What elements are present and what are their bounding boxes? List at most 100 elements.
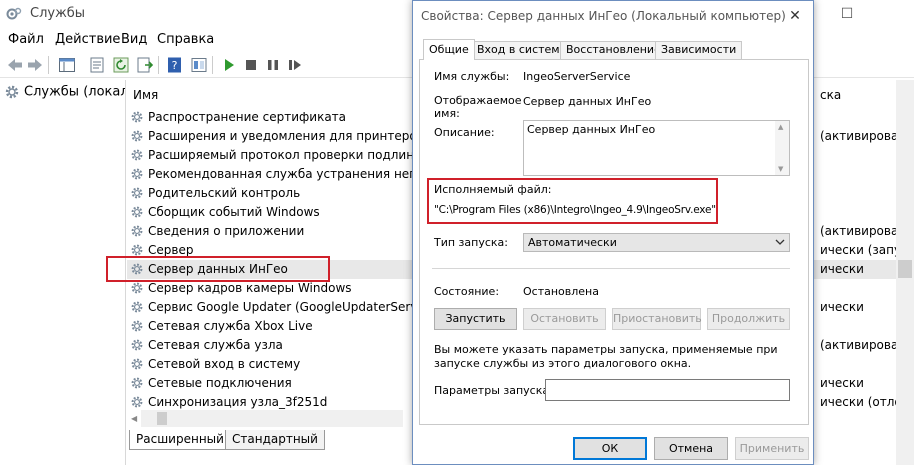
toolbar-separator xyxy=(212,56,213,74)
description-label: Описание: xyxy=(434,126,495,139)
pause-icon[interactable] xyxy=(264,56,282,74)
exe-path-value: "C:\Program Files (x86)\Integro\Ingeo_4.… xyxy=(434,204,716,216)
column-header-startup[interactable]: ска xyxy=(820,88,841,102)
service-name-value: IngeoServerService xyxy=(523,70,631,83)
apply-button[interactable]: Применить xyxy=(735,437,809,460)
scroll-thumb[interactable] xyxy=(898,260,912,278)
scroll-thumb[interactable] xyxy=(157,412,167,425)
cancel-button[interactable]: Отмена xyxy=(654,437,728,460)
startup-type-label: Тип запуска: xyxy=(434,236,508,249)
gear-icon xyxy=(130,300,144,317)
service-name: Сервер кадров камеры Windows xyxy=(148,281,352,295)
start-params-label: Параметры запуска: xyxy=(434,384,553,397)
start-params-input[interactable] xyxy=(545,379,790,401)
properties-icon[interactable] xyxy=(88,56,106,74)
snapin-icon[interactable] xyxy=(190,56,208,74)
gear-icon xyxy=(130,357,144,374)
description-value: Сервер данных ИнГео xyxy=(527,123,656,136)
toolbar-separator xyxy=(158,56,159,74)
startup-type-value: Автоматически xyxy=(528,236,617,249)
tab-recovery[interactable]: Восстановление xyxy=(560,41,667,59)
gear-icon xyxy=(130,262,144,279)
gear-icon xyxy=(130,148,144,165)
dialog-title: Свойства: Сервер данных ИнГео (Локальный… xyxy=(421,9,786,23)
properties-dialog: Свойства: Сервер данных ИнГео (Локальный… xyxy=(412,0,814,465)
display-name-label-2: имя: xyxy=(434,107,460,120)
display-name-value[interactable]: Сервер данных ИнГео xyxy=(523,95,651,108)
services-app-icon xyxy=(6,7,22,20)
gear-icon xyxy=(130,205,144,222)
service-name: Сборщик событий Windows xyxy=(148,205,320,219)
horizontal-scrollbar[interactable]: ◀ xyxy=(127,410,417,427)
service-name: Сетевая служба Xbox Live xyxy=(148,319,313,333)
startup-type-select[interactable]: Автоматически xyxy=(523,233,790,252)
dialog-titlebar[interactable]: Свойства: Сервер данных ИнГео (Локальный… xyxy=(413,1,813,31)
description-scrollbar[interactable]: ▲ ▼ xyxy=(775,121,789,175)
stop-icon[interactable] xyxy=(242,56,260,74)
service-name: Распространение сертификата xyxy=(148,110,347,124)
column-header-name[interactable]: Имя xyxy=(133,88,158,102)
gear-icon xyxy=(130,186,144,203)
tab-extended[interactable]: Расширенный xyxy=(129,430,231,450)
status-label: Состояние: xyxy=(434,285,500,298)
gear-icon xyxy=(5,85,19,99)
dialog-tabs: Общие Вход в систему Восстановление Зави… xyxy=(419,39,809,60)
window-title: Службы xyxy=(30,6,86,21)
service-name-label: Имя службы: xyxy=(434,70,510,83)
gear-icon xyxy=(130,376,144,393)
ok-button[interactable]: ОК xyxy=(573,437,647,460)
gear-icon xyxy=(130,281,144,298)
service-name: Сетевой вход в систему xyxy=(148,357,301,371)
gear-icon xyxy=(130,224,144,241)
general-tab-page: Имя службы: IngeoServerService Отображае… xyxy=(419,59,809,425)
menu-view[interactable]: Вид xyxy=(121,32,147,47)
tab-dependencies[interactable]: Зависимости xyxy=(655,41,743,59)
scroll-track[interactable] xyxy=(141,410,403,427)
restart-icon[interactable] xyxy=(286,56,304,74)
gear-icon xyxy=(130,110,144,127)
console-tree: Службы (локальные) xyxy=(0,80,126,465)
pause-button[interactable]: Приостановить xyxy=(612,308,702,330)
toolbar-separator xyxy=(48,56,49,74)
export-list-icon[interactable] xyxy=(136,56,154,74)
menu-help[interactable]: Справка xyxy=(157,32,214,47)
gear-icon xyxy=(130,319,144,336)
service-name: Родительский контроль xyxy=(148,186,301,200)
help-icon[interactable]: ? xyxy=(166,56,184,74)
maximize-button[interactable]: ☐ xyxy=(824,0,870,28)
service-name: Сетевые подключения xyxy=(148,376,292,390)
chevron-down-icon xyxy=(775,239,785,245)
service-startup: ически xyxy=(820,300,864,314)
service-name: Расширения и уведомления для принтеров xyxy=(148,129,424,143)
vertical-scrollbar[interactable] xyxy=(896,80,914,465)
service-name: Сведения о приложении xyxy=(148,224,305,238)
back-arrow-icon[interactable] xyxy=(6,56,24,74)
tab-logon[interactable]: Вход в систему xyxy=(471,41,573,59)
tab-standard[interactable]: Стандартный xyxy=(225,430,325,450)
console-tree-icon[interactable] xyxy=(58,56,76,74)
description-field[interactable]: Сервер данных ИнГео ▲ ▼ xyxy=(523,120,790,176)
stop-button[interactable]: Остановить xyxy=(523,308,606,330)
resume-button[interactable]: Продолжить xyxy=(707,308,790,330)
menu-file[interactable]: Файл xyxy=(8,32,44,47)
service-startup: ически xyxy=(820,262,864,276)
menu-action[interactable]: Действие xyxy=(55,32,120,47)
gear-icon xyxy=(130,167,144,184)
divider xyxy=(432,268,790,269)
play-icon[interactable] xyxy=(220,56,238,74)
service-startup: ически xyxy=(820,376,864,390)
service-name: Сервер данных ИнГео xyxy=(148,262,288,276)
scroll-up-icon[interactable]: ▲ xyxy=(778,123,783,131)
status-value: Остановлена xyxy=(523,285,599,298)
exe-label: Исполняемый файл: xyxy=(434,183,552,196)
forward-arrow-icon[interactable] xyxy=(26,56,44,74)
scroll-left-icon[interactable]: ◀ xyxy=(131,410,137,427)
tab-general[interactable]: Общие xyxy=(423,39,475,60)
close-icon[interactable]: ✕ xyxy=(777,1,813,31)
refresh-icon[interactable] xyxy=(112,56,130,74)
scroll-down-icon[interactable]: ▼ xyxy=(778,165,783,173)
start-button[interactable]: Запустить xyxy=(434,308,517,330)
gear-icon xyxy=(130,338,144,355)
service-name: Сервер xyxy=(148,243,194,257)
tree-item-services-local[interactable]: Службы (локальные) xyxy=(4,84,125,100)
